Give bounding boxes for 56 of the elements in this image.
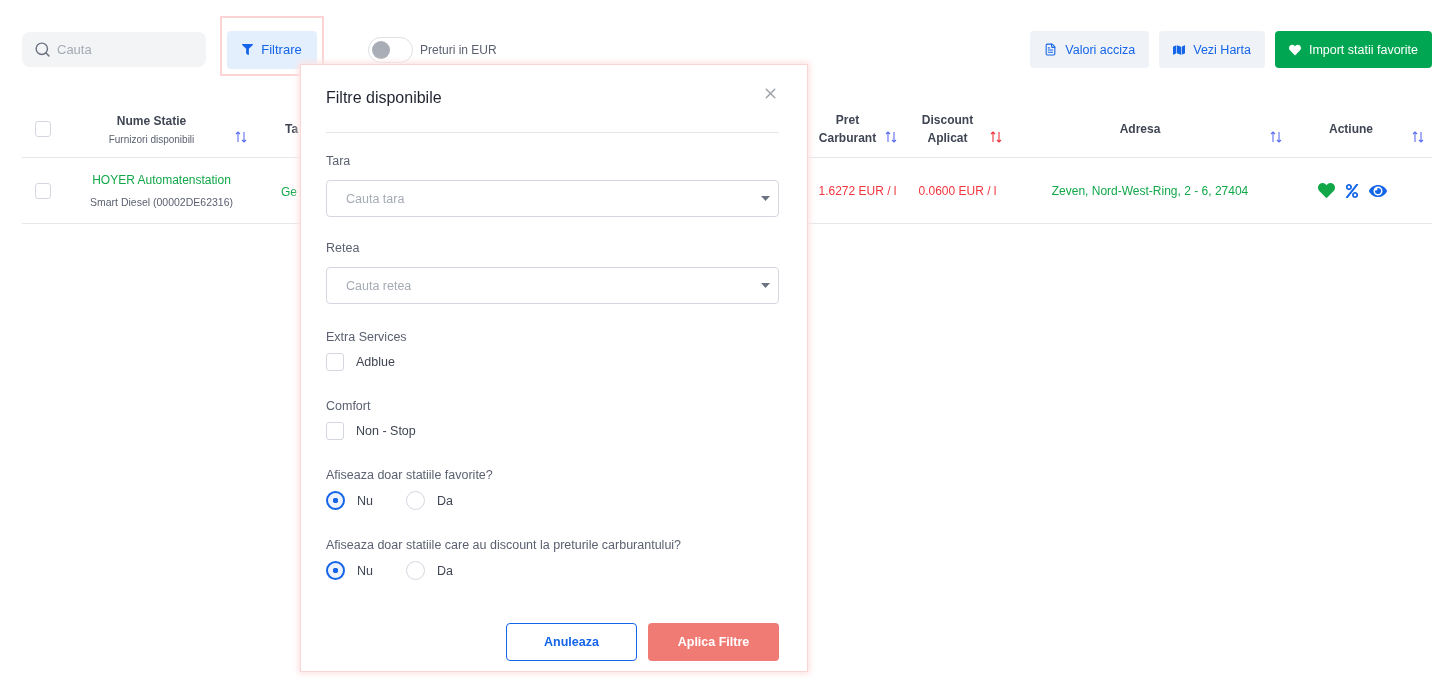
toolbar-button[interactable]: Valori acciza — [1030, 31, 1150, 68]
group-label: Comfort — [326, 399, 372, 413]
station-name: HOYER Automatenstation — [92, 173, 231, 187]
checkbox-option[interactable]: Non - Stop — [326, 422, 416, 440]
filter-icon — [242, 44, 254, 55]
sort-icon[interactable] — [1270, 131, 1282, 143]
column-header: Pret Carburant — [817, 111, 878, 147]
checkbox-option[interactable]: Adblue — [326, 353, 395, 371]
discount-cell: 0.0600 EUR / l — [918, 183, 997, 198]
field-label: Retea — [326, 241, 361, 255]
panel-title: Filtre disponibile — [326, 89, 442, 107]
checkbox[interactable] — [326, 353, 344, 371]
price-cell: 1.6272 EUR / l — [818, 183, 897, 198]
supplier-text: Smart Diesel (00002DE62316) — [90, 196, 233, 208]
toolbar-button[interactable]: Vezi Harta — [1159, 31, 1265, 68]
caret-icon — [761, 196, 770, 201]
group-label: Afiseaza doar statiile care au discount la preturile carburantului? — [326, 538, 683, 552]
group-label: Extra Services — [326, 330, 408, 344]
address-cell: Zeven, Nord-West-Ring, 2 - 6, 27404 — [1051, 183, 1249, 198]
select-all-checkbox[interactable] — [35, 120, 51, 137]
row-checkbox[interactable] — [35, 182, 51, 199]
column-header: Nume Statie — [116, 113, 187, 130]
map-icon — [1173, 43, 1186, 56]
search-field[interactable]: Cauta — [22, 32, 206, 67]
field-label: Tara — [326, 154, 352, 168]
search-input[interactable]: Cauta — [55, 41, 175, 58]
caret-icon — [761, 283, 770, 288]
filter-button[interactable]: Filtrare — [227, 30, 317, 69]
sort-icon[interactable] — [235, 131, 247, 143]
sort-icon[interactable] — [990, 131, 1002, 143]
toolbar-button[interactable]: Import statii favorite — [1274, 31, 1432, 68]
radio-button[interactable] — [326, 561, 345, 580]
eur-toggle[interactable] — [368, 36, 413, 63]
heart-icon — [1288, 43, 1301, 56]
column-subtitle: Furnizori disponibili — [108, 134, 195, 145]
checkbox[interactable] — [326, 422, 344, 440]
radio-option[interactable]: Nu — [326, 491, 394, 510]
toggle-label: Preturi in EUR — [420, 42, 497, 57]
percent-icon[interactable] — [1345, 183, 1359, 198]
apply-button[interactable]: Aplica Filtre — [648, 623, 779, 661]
column-header: Discount Aplicat — [920, 111, 975, 147]
radio-option[interactable]: Da — [406, 561, 474, 580]
heart-icon[interactable] — [1318, 182, 1335, 199]
group-label: Afiseaza doar statiile favorite? — [326, 468, 494, 482]
document-icon — [1044, 43, 1058, 56]
cancel-button[interactable]: Anuleaza — [506, 623, 637, 661]
column-header: Actiune — [1329, 120, 1373, 138]
search-icon — [34, 41, 51, 58]
sort-icon[interactable] — [885, 131, 897, 143]
column-header: Adresa — [1119, 120, 1161, 138]
radio-option[interactable]: Nu — [326, 561, 394, 580]
country-cell-text: Ge — [280, 184, 297, 199]
radio-button[interactable] — [326, 491, 345, 510]
radio-option[interactable]: Da — [406, 491, 474, 510]
sort-icon[interactable] — [1412, 131, 1424, 143]
column-header: Ta — [285, 122, 299, 136]
